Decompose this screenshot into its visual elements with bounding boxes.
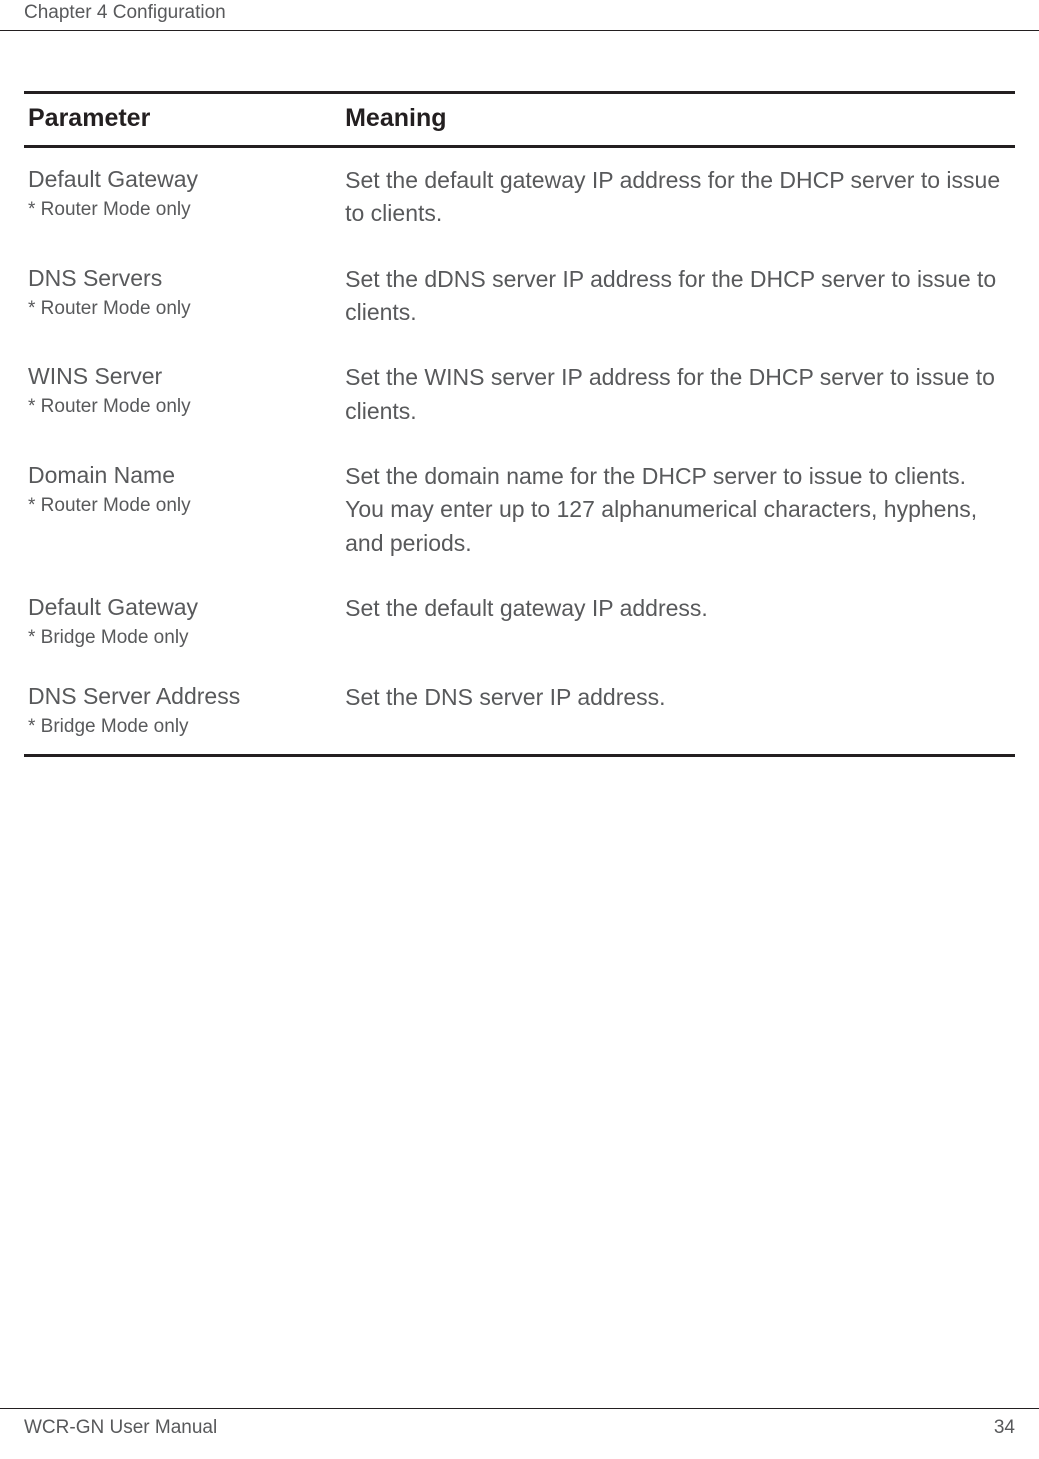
param-cell: DNS Server Address * Bridge Mode only [24, 665, 341, 756]
param-note: * Router Mode only [28, 298, 333, 320]
page-footer: WCR-GN User Manual 34 [0, 1408, 1039, 1439]
page-number: 34 [994, 1417, 1015, 1439]
param-cell: Domain Name * Router Mode only [24, 444, 341, 576]
param-name: WINS Server [28, 361, 333, 392]
param-note: * Router Mode only [28, 495, 333, 517]
table-row: DNS Server Address * Bridge Mode only Se… [24, 665, 1015, 756]
meaning-text: Set the default gateway IP address. [345, 592, 1007, 625]
meaning-cell: Set the domain name for the DHCP server … [341, 444, 1015, 576]
meaning-text: Set the dDNS server IP address for the D… [345, 263, 1007, 330]
table-row: Default Gateway * Bridge Mode only Set t… [24, 576, 1015, 665]
param-name: Default Gateway [28, 592, 333, 623]
manual-title: WCR-GN User Manual [24, 1417, 217, 1439]
param-note: * Bridge Mode only [28, 627, 333, 649]
table-row: DNS Servers * Router Mode only Set the d… [24, 247, 1015, 346]
table-row: Domain Name * Router Mode only Set the d… [24, 444, 1015, 576]
meaning-cell: Set the DNS server IP address. [341, 665, 1015, 756]
param-name: DNS Servers [28, 263, 333, 294]
param-note: * Router Mode only [28, 396, 333, 418]
param-name: DNS Server Address [28, 681, 333, 712]
table-header-row: Parameter Meaning [24, 93, 1015, 147]
content-area: Parameter Meaning Default Gateway * Rout… [0, 31, 1039, 757]
meaning-text: Set the DNS server IP address. [345, 681, 1007, 714]
col-header-parameter: Parameter [24, 93, 341, 147]
meaning-text: Set the WINS server IP address for the D… [345, 361, 1007, 428]
table-row: Default Gateway * Router Mode only Set t… [24, 147, 1015, 247]
param-cell: DNS Servers * Router Mode only [24, 247, 341, 346]
param-cell: Default Gateway * Router Mode only [24, 147, 341, 247]
meaning-cell: Set the default gateway IP address. [341, 576, 1015, 665]
meaning-text: Set the domain name for the DHCP server … [345, 460, 1007, 560]
parameter-table: Parameter Meaning Default Gateway * Rout… [24, 91, 1015, 757]
param-cell: Default Gateway * Bridge Mode only [24, 576, 341, 665]
page-header: Chapter 4 Configuration [0, 0, 1039, 31]
param-cell: WINS Server * Router Mode only [24, 345, 341, 444]
meaning-cell: Set the default gateway IP address for t… [341, 147, 1015, 247]
param-note: * Bridge Mode only [28, 716, 333, 738]
col-header-meaning: Meaning [341, 93, 1015, 147]
param-name: Default Gateway [28, 164, 333, 195]
meaning-text: Set the default gateway IP address for t… [345, 164, 1007, 231]
meaning-cell: Set the dDNS server IP address for the D… [341, 247, 1015, 346]
meaning-cell: Set the WINS server IP address for the D… [341, 345, 1015, 444]
chapter-title: Chapter 4 Configuration [24, 2, 226, 23]
table-row: WINS Server * Router Mode only Set the W… [24, 345, 1015, 444]
param-note: * Router Mode only [28, 199, 333, 221]
param-name: Domain Name [28, 460, 333, 491]
